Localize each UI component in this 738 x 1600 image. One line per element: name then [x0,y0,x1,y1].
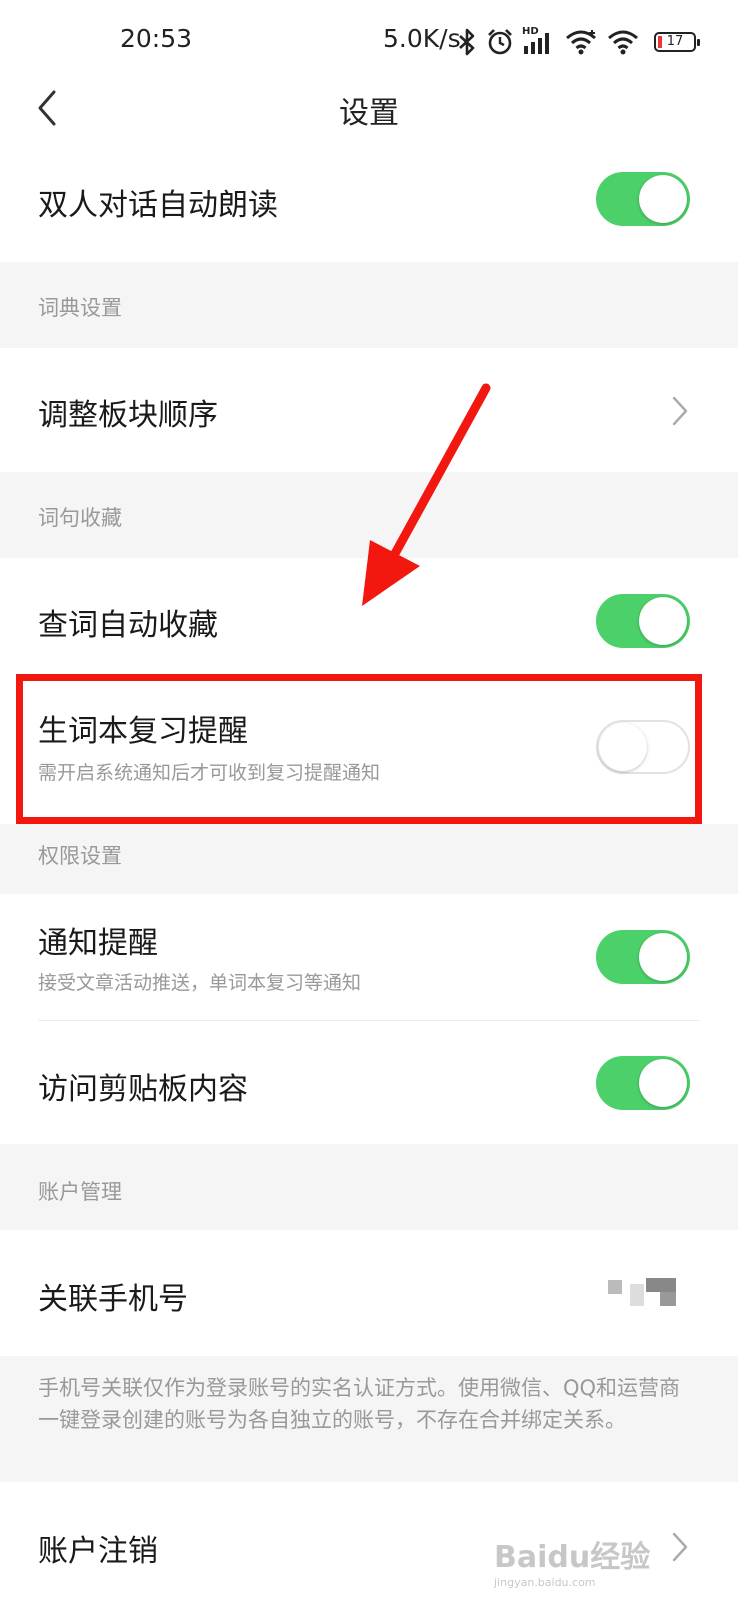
toggle-knob [639,175,687,223]
chevron-right-icon [672,396,688,426]
notifications-label: 通知提醒 [38,926,158,961]
masked-phone-number [608,1278,676,1306]
notifications-toggle[interactable] [596,930,690,984]
signal-icon: HD [522,26,556,56]
annotation-highlight-box [16,674,702,824]
phone-label: 关联手机号 [38,1282,188,1317]
auto-read-toggle[interactable] [596,172,690,226]
deactivate-label: 账户注销 [38,1534,158,1569]
toggle-knob [639,597,687,645]
toggle-knob [639,1059,687,1107]
watermark-logo-text: Baidu经验 [494,1540,651,1575]
wifi-icon [566,30,596,55]
reorder-label: 调整板块顺序 [38,398,218,433]
network-speed: 5.0K/s [383,24,461,53]
section-label-account: 账户管理 [38,1180,122,1204]
auto-collect-toggle[interactable] [596,594,690,648]
notifications-subtitle: 接受文章活动推送，单词本复习等通知 [38,972,362,994]
divider [38,1020,700,1021]
auto-collect-label: 查词自动收藏 [38,608,218,643]
phone-note: 手机号关联仅作为登录账号的实名认证方式。使用微信、QQ和运营商一键登录创建的账号… [38,1376,681,1432]
section-label-permissions: 权限设置 [38,844,122,868]
battery-level: 17 [666,34,684,49]
watermark-url: jingyan.baidu.com [494,1576,596,1589]
page-title: 设置 [339,96,399,131]
section-label-favorites: 词句收藏 [38,506,122,530]
section-label-dictionary: 词典设置 [38,296,122,320]
clipboard-toggle[interactable] [596,1056,690,1110]
alarm-icon [488,29,512,55]
status-icons: HD 17 [456,22,700,62]
annotation-arrow [362,383,491,606]
status-time: 20:53 [120,24,193,53]
clipboard-label: 访问剪贴板内容 [38,1072,248,1107]
toggle-knob [639,933,687,981]
baidu-watermark: Baidu经验 jingyan.baidu.com [494,1532,694,1589]
battery-icon: 17 [654,32,700,52]
bluetooth-icon [459,28,475,56]
auto-read-label: 双人对话自动朗读 [38,188,278,223]
wifi-icon [608,30,638,55]
